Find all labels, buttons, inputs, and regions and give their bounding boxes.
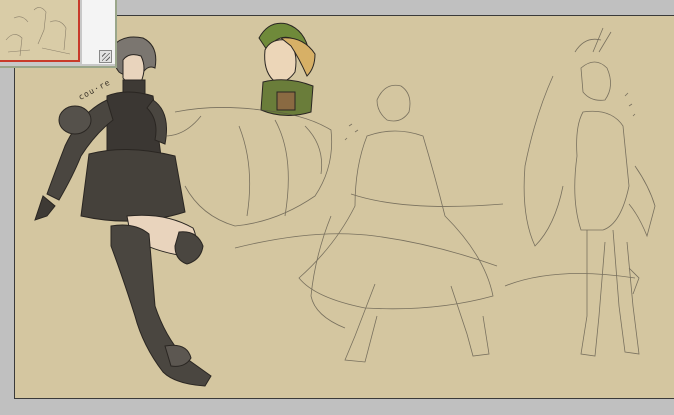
sketch-figures: [164, 27, 656, 363]
workspace: cou·re: [0, 0, 674, 415]
resize-grip-icon[interactable]: [99, 50, 112, 63]
drawing-canvas[interactable]: cou·re: [14, 15, 674, 399]
navigator-panel[interactable]: [0, 0, 117, 68]
artwork: [34, 22, 656, 387]
hooded-girl-figure: [258, 22, 316, 116]
thumbnail-sketch: [5, 7, 71, 57]
navigator-thumbnail[interactable]: [0, 0, 80, 62]
armored-girl-figure: [34, 36, 212, 387]
